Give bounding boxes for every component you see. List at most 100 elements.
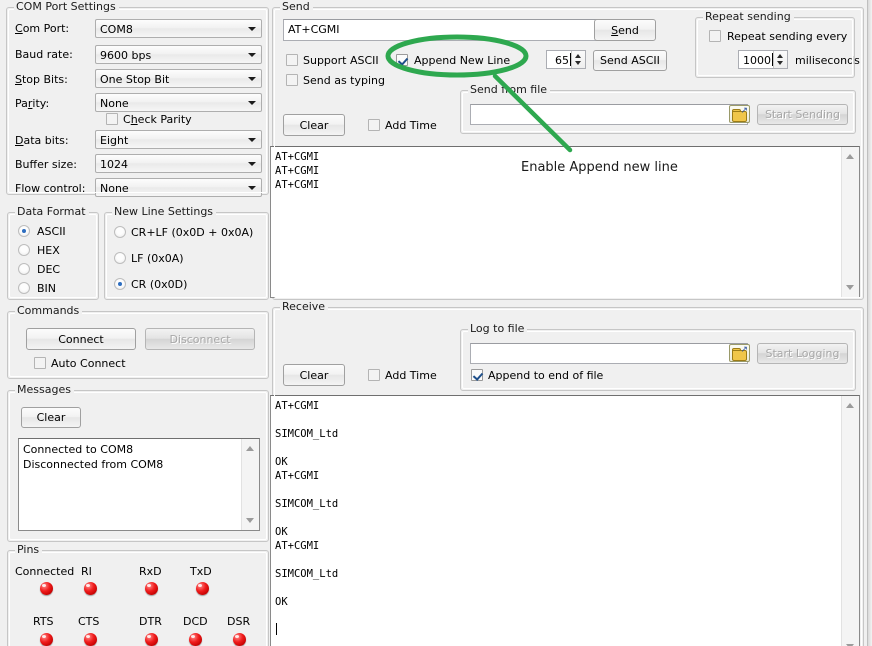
repeat-sending-group: Repeat sending Repeat sending every 1000… bbox=[695, 17, 855, 78]
data-format-radio-bin[interactable] bbox=[18, 282, 30, 294]
com-port-settings-title: COM Port Settings bbox=[14, 1, 119, 13]
buffer-size-select[interactable]: 1024 bbox=[95, 154, 262, 173]
send-from-file-path-input[interactable] bbox=[470, 104, 748, 125]
pin-label-rxd: RxD bbox=[139, 565, 162, 578]
send-as-typing-checkbox[interactable] bbox=[286, 74, 298, 86]
stop-bits-select[interactable]: One Stop Bit bbox=[95, 69, 262, 88]
messages-clear-button[interactable]: Clear bbox=[21, 407, 81, 428]
messages-title: Messages bbox=[15, 384, 74, 396]
check-parity-checkbox[interactable] bbox=[106, 113, 118, 125]
chevron-down-icon bbox=[248, 27, 256, 31]
new-line-label-cr: CR (0x0D) bbox=[131, 278, 187, 291]
send-log-scrollbar[interactable] bbox=[841, 147, 859, 297]
scroll-up-icon[interactable] bbox=[246, 446, 254, 451]
spinner-up-icon[interactable] bbox=[777, 54, 783, 58]
disconnect-button-label: Disconnect bbox=[169, 333, 230, 346]
send-ascii-label: Send ASCII bbox=[600, 54, 660, 67]
check-parity-label: Check Parity bbox=[123, 113, 192, 126]
data-format-radio-ascii[interactable] bbox=[18, 225, 30, 237]
receive-log-scrollbar[interactable] bbox=[841, 396, 859, 646]
repeat-interval-value: 1000 bbox=[743, 54, 771, 67]
spinner-down-icon[interactable] bbox=[575, 61, 581, 65]
spinner-down-icon[interactable] bbox=[777, 61, 783, 65]
pin-led-txd bbox=[196, 582, 209, 595]
new-line-radio-lf[interactable] bbox=[114, 252, 126, 264]
send-ascii-button[interactable]: Send ASCII bbox=[593, 50, 667, 71]
append-new-line-checkbox[interactable] bbox=[396, 54, 408, 66]
repeat-interval-spin-buttons[interactable] bbox=[773, 51, 787, 68]
support-ascii-checkbox[interactable] bbox=[286, 54, 298, 66]
folder-open-icon[interactable]: ↗ bbox=[729, 344, 750, 362]
messages-log-scrollbar[interactable] bbox=[241, 439, 259, 530]
parity-value: None bbox=[100, 97, 129, 110]
new-line-radio-cr[interactable] bbox=[114, 278, 126, 290]
pin-led-dcd bbox=[189, 633, 202, 646]
receive-title: Receive bbox=[280, 301, 328, 313]
connect-button-label: Connect bbox=[58, 333, 103, 346]
pin-label-connected: Connected bbox=[15, 565, 74, 578]
data-format-label-hex: HEX bbox=[37, 244, 60, 257]
receive-log-text: AT+CGMI SIMCOM_Ltd OK AT+CGMI SIMCOM_Ltd… bbox=[271, 396, 842, 646]
send-as-typing-label: Send as typing bbox=[303, 74, 385, 87]
data-bits-select[interactable]: Eight bbox=[95, 130, 262, 149]
start-logging-button[interactable]: Start Logging bbox=[757, 343, 848, 364]
receive-log[interactable]: AT+CGMI SIMCOM_Ltd OK AT+CGMI SIMCOM_Ltd… bbox=[270, 395, 860, 646]
repeat-sending-title: Repeat sending bbox=[703, 11, 794, 23]
send-command-input[interactable]: AT+CGMI bbox=[283, 19, 599, 41]
baud-rate-select[interactable]: 9600 bps bbox=[95, 45, 262, 64]
start-sending-button[interactable]: Start Sending bbox=[757, 104, 848, 125]
commands-group: Commands Connect Disconnect Auto Connect bbox=[7, 311, 269, 379]
send-button[interactable]: Send bbox=[594, 19, 656, 41]
chevron-down-icon bbox=[248, 162, 256, 166]
data-format-title: Data Format bbox=[15, 206, 89, 218]
ascii-code-stepper[interactable]: 65 bbox=[546, 50, 586, 69]
baud-rate-value: 9600 bps bbox=[100, 49, 151, 62]
ascii-code-spin-buttons[interactable] bbox=[571, 51, 585, 68]
data-bits-value: Eight bbox=[100, 134, 128, 147]
receive-clear-button[interactable]: Clear bbox=[283, 364, 345, 386]
parity-select[interactable]: None bbox=[95, 93, 262, 112]
arrow-icon: ↗ bbox=[740, 346, 748, 355]
send-clear-button[interactable]: Clear bbox=[283, 114, 345, 136]
pin-label-dsr: DSR bbox=[227, 615, 250, 628]
connect-button[interactable]: Connect bbox=[26, 328, 136, 350]
label-baud-rate: Baud rate: bbox=[15, 48, 73, 61]
receive-add-time-checkbox[interactable] bbox=[368, 369, 380, 381]
flow-control-select[interactable]: None bbox=[95, 178, 262, 197]
label-stop-bits: Stop Bits: bbox=[15, 73, 68, 86]
com-port-settings-group: COM Port Settings Com Port: COM8 Baud ra… bbox=[6, 7, 269, 195]
scroll-down-icon[interactable] bbox=[246, 518, 254, 523]
start-sending-label: Start Sending bbox=[765, 108, 840, 121]
data-format-radio-dec[interactable] bbox=[18, 263, 30, 275]
label-com-port: Com Port: bbox=[15, 22, 69, 35]
send-add-time-checkbox[interactable] bbox=[368, 119, 380, 131]
scroll-down-icon[interactable] bbox=[846, 285, 854, 290]
append-to-end-checkbox[interactable] bbox=[471, 369, 483, 381]
chevron-down-icon bbox=[248, 101, 256, 105]
label-parity: Parity: bbox=[15, 97, 49, 110]
text-caret bbox=[276, 623, 277, 635]
folder-open-icon[interactable]: ↗ bbox=[729, 105, 750, 123]
scroll-up-icon[interactable] bbox=[846, 154, 854, 159]
log-to-file-title: Log to file bbox=[468, 323, 527, 335]
arrow-icon: ↗ bbox=[740, 107, 748, 116]
receive-group: Receive Clear Add Time Log to file ↗ Sta… bbox=[272, 307, 864, 646]
log-to-file-path-input[interactable] bbox=[470, 343, 748, 364]
receive-clear-label: Clear bbox=[300, 369, 329, 382]
pin-label-txd: TxD bbox=[190, 565, 212, 578]
spinner-up-icon[interactable] bbox=[575, 54, 581, 58]
commands-title: Commands bbox=[15, 305, 82, 317]
new-line-radio-crlf[interactable] bbox=[114, 226, 126, 238]
auto-connect-checkbox[interactable] bbox=[34, 357, 46, 369]
repeat-interval-stepper[interactable]: 1000 bbox=[738, 50, 788, 69]
label-data-bits: Data bits: bbox=[15, 134, 69, 147]
com-port-select[interactable]: COM8 bbox=[95, 19, 262, 38]
messages-group: Messages Clear Connected to COM8 Disconn… bbox=[7, 390, 269, 542]
messages-log[interactable]: Connected to COM8 Disconnected from COM8 bbox=[18, 438, 260, 531]
send-group: Send AT+CGMI Send Support ASCII Append N… bbox=[272, 7, 864, 300]
support-ascii-label: Support ASCII bbox=[303, 54, 379, 67]
data-format-radio-hex[interactable] bbox=[18, 244, 30, 256]
disconnect-button[interactable]: Disconnect bbox=[145, 328, 255, 350]
scroll-up-icon[interactable] bbox=[846, 403, 854, 408]
repeat-sending-checkbox[interactable] bbox=[709, 30, 721, 42]
